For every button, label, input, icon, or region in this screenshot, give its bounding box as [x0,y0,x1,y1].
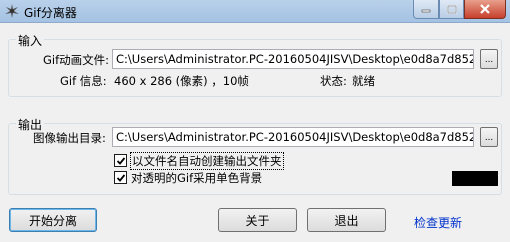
subfolder-checkbox[interactable] [114,154,127,167]
close-icon [480,4,490,14]
browse-output-button[interactable]: ... [480,127,498,147]
input-group-title: 输入 [16,32,45,49]
check-update-link[interactable]: 检查更新 [414,214,462,231]
subfolder-checkbox-label[interactable]: 以文件名自动创建输出文件夹 [130,151,284,170]
exit-button[interactable]: 退出 [307,208,386,232]
mono-bg-checkbox-label[interactable]: 对透明的Gif采用单色背景 [131,170,262,186]
close-button[interactable] [464,0,506,19]
app-icon [5,4,19,18]
status-value: 就绪 [352,74,375,88]
browse-gif-button[interactable]: ... [480,49,498,69]
app-window: Gif分离器 输入 Gif动画文件: C:\Users\Administrato… [0,0,510,242]
subfolder-checkbox-row[interactable]: 以文件名自动创建输出文件夹 [114,151,284,170]
status-label: 状态: [320,74,347,88]
gif-info-value: 460 x 286 (像素) ，10帧 [114,74,249,88]
maximize-icon [446,4,457,14]
minimize-icon [421,9,431,13]
gif-file-input[interactable]: C:\Users\Administrator.PC-20160504JISV\D… [112,49,474,69]
gif-file-label: Gif动画文件: [43,53,110,67]
output-dir-input[interactable]: C:\Users\Administrator.PC-20160504JISV\D… [112,127,474,147]
checkmark-icon [116,156,125,165]
background-color-swatch[interactable] [452,171,498,186]
about-button[interactable]: 关于 [218,208,297,232]
checkmark-icon [116,173,125,182]
mono-bg-checkbox[interactable] [114,171,127,184]
mono-bg-checkbox-row[interactable]: 对透明的Gif采用单色背景 [114,170,262,185]
client-area: 输入 Gif动画文件: C:\Users\Administrator.PC-20… [0,23,510,242]
title-bar[interactable]: Gif分离器 [0,0,510,23]
start-split-button[interactable]: 开始分离 [9,208,97,232]
window-title: Gif分离器 [24,6,77,20]
output-dir-label: 图像输出目录: [33,131,106,145]
minimize-button[interactable] [413,0,439,19]
maximize-button[interactable] [439,0,464,19]
gif-info-label: Gif 信息: [60,74,107,88]
